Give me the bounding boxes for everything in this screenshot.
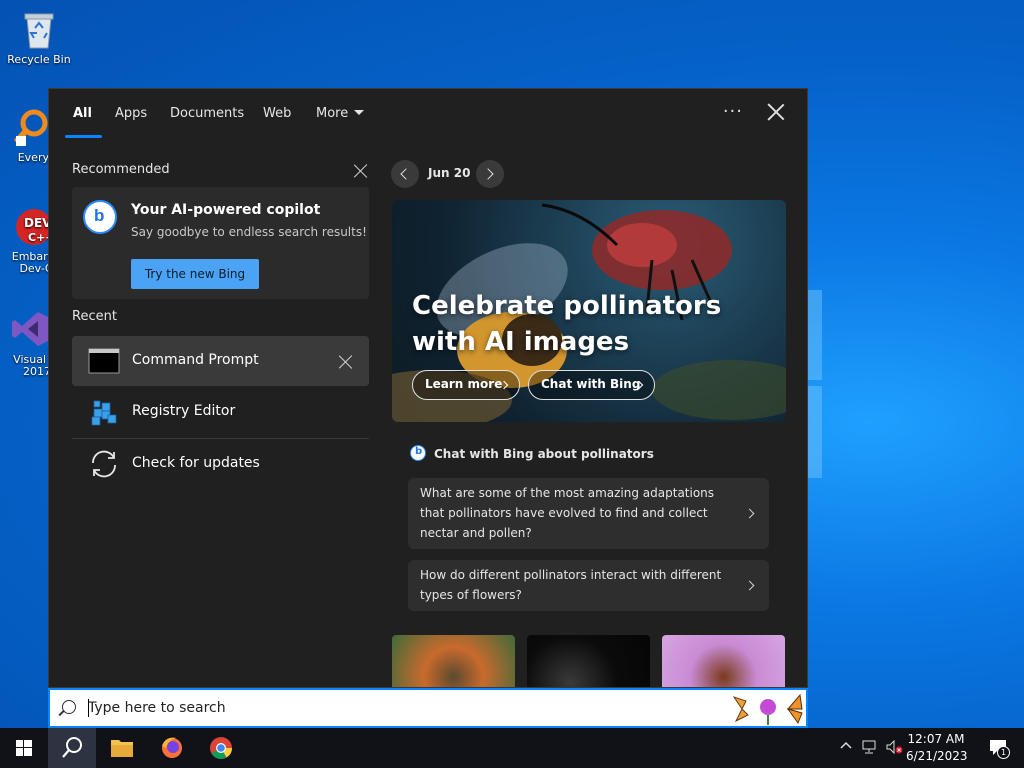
chevron-right-icon <box>744 580 755 590</box>
clock-time: 12:07 AM <box>907 732 965 746</box>
previous-day-button[interactable] <box>391 160 419 188</box>
thumbnail-butterfly[interactable] <box>662 635 785 687</box>
copilot-card: b Your AI-powered copilot Say goodbye to… <box>72 187 369 299</box>
copilot-title: Your AI-powered copilot <box>131 202 321 218</box>
registry-editor-icon <box>88 397 120 427</box>
close-icon[interactable] <box>767 103 785 121</box>
dismiss-recommended-icon[interactable] <box>354 164 368 178</box>
highlight-title: Celebrate pollinators with AI images <box>412 291 722 357</box>
recycle-bin-icon <box>18 8 60 50</box>
network-tray[interactable] <box>862 740 878 757</box>
taskbar-search-box[interactable] <box>48 688 808 728</box>
volume-muted-icon <box>886 739 903 755</box>
bing-small-icon: b <box>410 445 426 461</box>
tab-all[interactable]: All <box>73 106 92 121</box>
chat-heading: b Chat with Bing about pollinators <box>410 445 654 461</box>
recent-heading: Recent <box>72 309 117 324</box>
taskbar: 12:07 AM 6/21/2023 1 <box>0 728 1024 768</box>
command-prompt-icon <box>88 346 120 376</box>
more-options-icon[interactable]: ··· <box>723 101 743 122</box>
show-hidden-icons[interactable] <box>840 740 852 755</box>
search-taskbar-button[interactable] <box>48 728 96 768</box>
search-flyout: All Apps Documents Web More ··· Recommen… <box>48 88 808 688</box>
chat-with-bing-button[interactable]: Chat with Bing <box>528 370 655 400</box>
wallpaper-light-panel <box>808 290 822 380</box>
visual-studio-icon <box>8 308 50 350</box>
chrome-button[interactable] <box>197 728 245 768</box>
start-button[interactable] <box>0 728 48 768</box>
recent-item-command-prompt[interactable]: Command Prompt <box>72 336 369 386</box>
chevron-right-icon <box>744 508 755 518</box>
svg-text:DEV: DEV <box>24 216 50 230</box>
highlight-date: Jun 20 <box>428 166 471 180</box>
thumbnail-dark[interactable] <box>527 635 650 687</box>
sync-icon <box>88 449 120 479</box>
notification-count-badge: 1 <box>997 746 1010 759</box>
butterfly-doodle-icon <box>732 693 803 725</box>
text-cursor <box>88 699 89 717</box>
search-icon <box>62 700 76 714</box>
chevron-down-icon <box>354 110 365 115</box>
search-input[interactable] <box>88 697 688 719</box>
clock-date: 6/21/2023 <box>906 749 968 763</box>
try-new-bing-button[interactable]: Try the new Bing <box>131 259 259 289</box>
chat-suggestion-text: What are some of the most amazing adapta… <box>420 486 715 540</box>
tab-more[interactable]: More <box>316 106 365 121</box>
firefox-icon <box>162 737 182 758</box>
system-clock[interactable]: 12:07 AM 6/21/2023 <box>906 731 968 765</box>
desktop-icon-recycle-bin[interactable]: Recycle Bin <box>2 8 76 66</box>
thumbnail-bee[interactable] <box>392 635 515 687</box>
network-icon <box>862 740 876 754</box>
desktop-icon-label: Recycle Bin <box>7 53 71 66</box>
volume-tray[interactable] <box>886 739 904 757</box>
chat-suggestion[interactable]: How do different pollinators interact wi… <box>408 560 769 611</box>
chat-suggestion-text: How do different pollinators interact wi… <box>420 568 722 602</box>
chat-heading-text: Chat with Bing about pollinators <box>434 447 654 461</box>
search-tabs: All Apps Documents Web More ··· <box>49 89 807 139</box>
tab-more-label: More <box>316 106 349 121</box>
everything-search-icon <box>8 106 50 148</box>
recent-item-check-for-updates[interactable]: Check for updates <box>72 439 369 489</box>
windows-logo-icon <box>16 740 32 756</box>
recent-item-label: Command Prompt <box>132 352 259 368</box>
recent-item-label: Check for updates <box>132 455 260 471</box>
action-center-button[interactable]: 1 <box>988 738 1010 759</box>
tab-documents[interactable]: Documents <box>170 106 244 121</box>
learn-more-label: Learn more <box>425 377 503 391</box>
chat-suggestion[interactable]: What are some of the most amazing adapta… <box>408 478 769 549</box>
search-icon <box>62 737 82 758</box>
copilot-subtitle: Say goodbye to endless search results! <box>131 225 367 239</box>
recent-item-label: Registry Editor <box>132 403 236 419</box>
next-day-button[interactable] <box>476 160 504 188</box>
chevron-up-icon <box>840 741 852 749</box>
folder-icon <box>111 740 133 757</box>
search-highlight-card[interactable]: Celebrate pollinators with AI images Lea… <box>392 200 786 422</box>
learn-more-button[interactable]: Learn more <box>412 370 520 400</box>
file-explorer-button[interactable] <box>98 728 146 768</box>
chrome-icon <box>210 737 232 759</box>
remove-recent-icon[interactable] <box>339 355 353 369</box>
bing-logo-icon: b <box>83 200 117 234</box>
active-tab-indicator <box>65 135 102 138</box>
firefox-button[interactable] <box>148 728 196 768</box>
tab-web[interactable]: Web <box>263 106 291 121</box>
svg-text:C++: C++ <box>28 231 50 244</box>
recent-item-registry-editor[interactable]: Registry Editor <box>72 387 369 437</box>
wallpaper-light-panel <box>808 386 822 478</box>
chat-with-bing-label: Chat with Bing <box>541 377 641 391</box>
devcpp-icon: DEV C++ <box>8 205 55 247</box>
recommended-heading: Recommended <box>72 162 170 177</box>
tab-apps[interactable]: Apps <box>115 106 147 121</box>
